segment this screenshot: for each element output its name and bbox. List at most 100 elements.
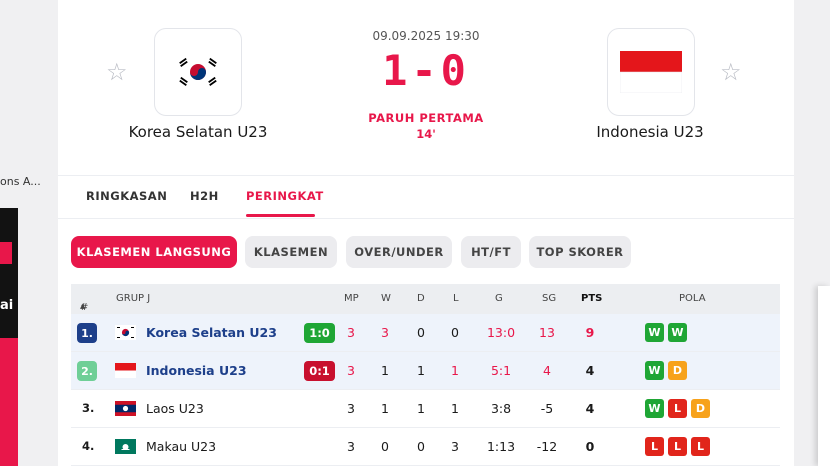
favorite-away-star-icon[interactable]: ☆ — [720, 58, 742, 86]
south-korea-flag-icon — [174, 55, 222, 89]
cell-mp: 3 — [347, 363, 355, 378]
team-name-link[interactable]: Laos U23 — [146, 401, 204, 416]
cell-d: 1 — [417, 363, 425, 378]
tab-h2h[interactable]: H2H — [190, 189, 219, 203]
active-tab-indicator — [246, 214, 315, 217]
cell-w: 1 — [381, 401, 389, 416]
cell-sg: -12 — [536, 439, 558, 454]
match-card: ☆ Korea Selatan U23 09.09.2025 19:30 1-0… — [58, 0, 794, 466]
tab-ringkasan[interactable]: RINGKASAN — [86, 189, 167, 203]
team-name-link[interactable]: Indonesia U23 — [146, 363, 247, 378]
header-mp[interactable]: MP — [344, 293, 359, 304]
cell-d: 0 — [417, 325, 425, 340]
form-guide: W L D — [645, 399, 710, 418]
rank-badge: 2. — [77, 361, 97, 381]
form-win-badge[interactable]: W — [645, 323, 664, 342]
cell-l: 3 — [451, 439, 459, 454]
form-loss-badge[interactable]: L — [668, 399, 687, 418]
table-row[interactable]: 1. Korea Selatan U23 1:0 3 3 0 0 13:0 13… — [71, 314, 780, 352]
match-minute: 14' — [416, 127, 436, 141]
left-ad-text: ai — [0, 298, 14, 313]
cell-mp: 3 — [347, 325, 355, 340]
macau-flag-icon — [115, 439, 136, 454]
form-draw-badge[interactable]: D — [668, 361, 687, 380]
pill-top-skorer[interactable]: TOP SKORER — [529, 236, 631, 268]
away-team-logo[interactable] — [607, 28, 695, 116]
header-sg[interactable]: SG — [542, 293, 556, 304]
team-name-link[interactable]: Korea Selatan U23 — [146, 325, 277, 340]
cell-w: 3 — [381, 325, 389, 340]
form-draw-badge[interactable]: D — [691, 399, 710, 418]
pill-klasemen[interactable]: KLASEMEN — [245, 236, 337, 268]
cell-g: 1:13 — [486, 439, 516, 454]
header-l[interactable]: L — [453, 293, 459, 304]
cell-d: 1 — [417, 401, 425, 416]
form-guide: W D — [645, 361, 687, 380]
table-row[interactable]: 2. Indonesia U23 0:1 3 1 1 1 5:1 4 4 W D — [71, 352, 780, 390]
match-header: ☆ Korea Selatan U23 09.09.2025 19:30 1-0… — [58, 0, 794, 176]
rank-badge: 1. — [77, 323, 97, 343]
cell-pts: 0 — [585, 439, 595, 454]
indonesia-flag-icon — [620, 51, 682, 93]
home-team-logo[interactable] — [154, 28, 242, 116]
form-loss-badge[interactable]: L — [645, 437, 664, 456]
header-g[interactable]: G — [495, 293, 503, 304]
table-row[interactable]: 4. Makau U23 3 0 0 3 1:13 -12 0 L L L — [71, 428, 780, 466]
tab-peringkat[interactable]: PERINGKAT — [246, 189, 324, 203]
header-group: GRUP J — [116, 293, 151, 304]
rank-text: 4. — [82, 439, 95, 453]
match-tabs: RINGKASAN H2H PERINGKAT — [58, 177, 794, 219]
cell-sg: 13 — [539, 325, 555, 340]
form-win-badge[interactable]: W — [668, 323, 687, 342]
left-ad-banner[interactable]: ai — [0, 208, 18, 466]
cell-sg: 4 — [543, 363, 551, 378]
cell-d: 0 — [417, 439, 425, 454]
cell-pts: 9 — [585, 325, 595, 340]
form-win-badge[interactable]: W — [645, 399, 664, 418]
cell-w: 0 — [381, 439, 389, 454]
cell-l: 0 — [451, 325, 459, 340]
south-korea-flag-icon — [115, 325, 136, 340]
cell-g: 13:0 — [486, 325, 516, 340]
right-panel-edge — [818, 286, 830, 466]
header-w[interactable]: W — [381, 293, 391, 304]
match-period: PARUH PERTAMA — [368, 111, 484, 125]
left-snippet-text[interactable]: ons A... — [0, 175, 41, 188]
cell-w: 1 — [381, 363, 389, 378]
form-guide: L L L — [645, 437, 710, 456]
cell-l: 1 — [451, 401, 459, 416]
header-d[interactable]: D — [417, 293, 425, 304]
cell-sg: -5 — [540, 401, 554, 416]
laos-flag-icon — [115, 401, 136, 416]
team-name-link[interactable]: Makau U23 — [146, 439, 216, 454]
header-pts[interactable]: PTS — [581, 293, 602, 304]
form-loss-badge[interactable]: L — [668, 437, 687, 456]
cell-g: 3:8 — [490, 401, 512, 416]
form-win-badge[interactable]: W — [645, 361, 664, 380]
table-header: # ▲ GRUP J MP W D L G SG PTS POLA — [71, 284, 780, 314]
cell-mp: 3 — [347, 401, 355, 416]
cell-l: 1 — [451, 363, 459, 378]
table-row[interactable]: 3. Laos U23 3 1 1 1 3:8 -5 4 W L D — [71, 390, 780, 428]
form-guide: W W — [645, 323, 687, 342]
cell-g: 5:1 — [490, 363, 512, 378]
favorite-home-star-icon[interactable]: ☆ — [106, 58, 128, 86]
form-loss-badge[interactable]: L — [691, 437, 710, 456]
cell-pts: 4 — [585, 401, 595, 416]
cell-pts: 4 — [585, 363, 595, 378]
match-score: 1-0 — [382, 46, 470, 95]
home-team-name[interactable]: Korea Selatan U23 — [98, 123, 298, 141]
away-team-name[interactable]: Indonesia U23 — [550, 123, 750, 141]
live-score-badge[interactable]: 1:0 — [304, 323, 335, 343]
standings-table: # ▲ GRUP J MP W D L G SG PTS POLA 1. Kor… — [71, 284, 780, 466]
rank-text: 3. — [82, 401, 95, 415]
pill-over-under[interactable]: OVER/UNDER — [346, 236, 452, 268]
live-score-badge[interactable]: 0:1 — [304, 361, 335, 381]
pill-klasemen-langsung[interactable]: KLASEMEN LANGSUNG — [71, 236, 237, 268]
standings-filter-pills: KLASEMEN LANGSUNG KLASEMEN OVER/UNDER HT… — [58, 236, 794, 268]
match-datetime: 09.09.2025 19:30 — [372, 29, 480, 43]
indonesia-flag-icon — [115, 363, 136, 378]
left-sidebar-fragment: ons A... ai — [0, 0, 48, 466]
cell-mp: 3 — [347, 439, 355, 454]
pill-ht-ft[interactable]: HT/FT — [461, 236, 521, 268]
